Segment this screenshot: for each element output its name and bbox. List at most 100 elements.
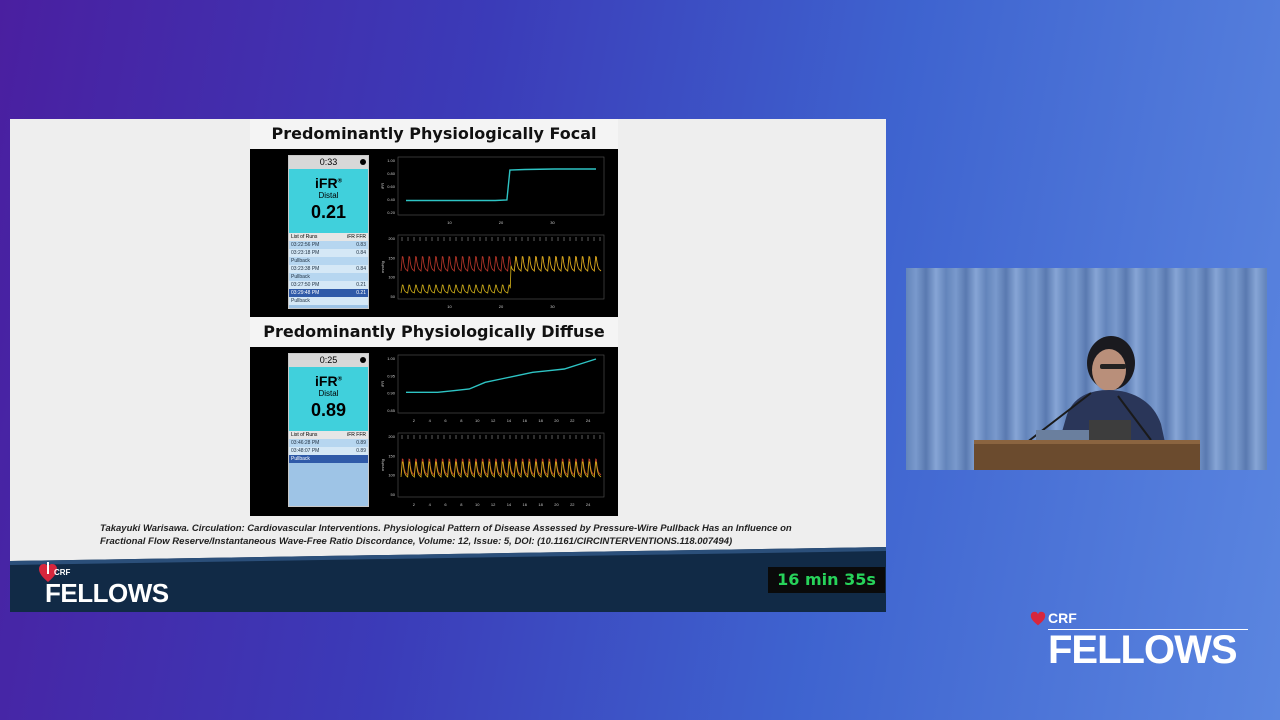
run-value: 0.84 bbox=[356, 250, 366, 256]
x-tick-label: 2 bbox=[413, 418, 416, 423]
x-tick-label: 20 bbox=[499, 220, 504, 225]
run-time: 03:22:56 PM bbox=[291, 242, 320, 248]
run-time: 03:48:07 PM bbox=[291, 448, 320, 454]
citation: Takayuki Warisawa. Circulation: Cardiova… bbox=[100, 522, 870, 548]
run-time: 03:23:38 PM bbox=[291, 266, 320, 272]
y-tick-label: 150 bbox=[388, 453, 395, 458]
pressure-waveform-chart: 200150100502 4 6 8 10 12 14 16 18 20 22 24mmHg bbox=[380, 432, 605, 507]
run-time: 03:29:48 PM bbox=[291, 290, 320, 296]
y-tick-label: 200 bbox=[388, 236, 395, 241]
y-tick-label: 0.95 bbox=[387, 373, 396, 378]
y-tick-label: 100 bbox=[388, 473, 395, 478]
x-tick-label: 30 bbox=[550, 304, 555, 309]
diffuse-panel: 0:25 iFR® Distal 0.89 List of Runs iFR FF… bbox=[250, 347, 618, 516]
y-tick-label: 0.40 bbox=[387, 197, 396, 202]
x-tick-label: 10 bbox=[475, 502, 480, 507]
x-tick-label: 20 bbox=[554, 502, 559, 507]
run-row: 03:48:07 PM 0.89 bbox=[289, 447, 368, 455]
plot-frame bbox=[397, 354, 605, 414]
fellows-label: FELLOWS bbox=[45, 578, 169, 608]
x-tick-label: 8 bbox=[460, 418, 463, 423]
figure: Predominantly Physiologically Focal 0:33… bbox=[250, 119, 618, 516]
location-label: Distal bbox=[318, 389, 339, 398]
record-dot-icon bbox=[360, 357, 366, 363]
y-tick-label: 50 bbox=[391, 492, 396, 497]
ifr-label: iFR® bbox=[315, 373, 342, 389]
panel-title-focal: Predominantly Physiologically Focal bbox=[250, 119, 618, 149]
x-tick-label: 20 bbox=[499, 304, 504, 309]
run-row: 03:29:48 PM 0.21 bbox=[289, 289, 368, 297]
x-tick-label: 18 bbox=[538, 502, 543, 507]
x-tick-label: 24 bbox=[586, 418, 591, 423]
pd-waveform bbox=[400, 255, 602, 294]
run-value: 0.84 bbox=[356, 266, 366, 272]
pa-waveform bbox=[400, 255, 602, 272]
ifr-series-line bbox=[406, 358, 597, 393]
ifr-value-box: iFR® Distal 0.21 bbox=[289, 169, 368, 233]
x-tick-label: 14 bbox=[507, 418, 512, 423]
location-label: Distal bbox=[318, 191, 339, 200]
heart-icon bbox=[1030, 611, 1046, 626]
x-tick-label: 14 bbox=[507, 502, 512, 507]
x-tick-label: 4 bbox=[429, 418, 432, 423]
runs-list: 03:46:28 PM 0.89 03:48:07 PM 0.89 Pullback bbox=[289, 439, 368, 463]
x-tick-label: 6 bbox=[444, 418, 447, 423]
x-tick-label: 30 bbox=[550, 220, 555, 225]
x-tick-label: 22 bbox=[570, 502, 575, 507]
x-tick-label: 10 bbox=[447, 304, 452, 309]
run-time: Pullback bbox=[291, 298, 310, 304]
run-value: 0.89 bbox=[356, 448, 366, 454]
speaker-video bbox=[906, 268, 1267, 470]
speaker-video-frame bbox=[906, 268, 1267, 470]
run-time: 03:27:50 PM bbox=[291, 282, 320, 288]
y-tick-label: 0.60 bbox=[387, 184, 396, 189]
citation-line: Takayuki Warisawa. Circulation: Cardiova… bbox=[100, 523, 792, 534]
run-row: Pullback bbox=[289, 297, 368, 305]
x-tick-label: 24 bbox=[586, 502, 591, 507]
ifr-pullback-chart: 1.000.950.900.852 4 6 8 10 12 14 16 18 20 22 24iFR bbox=[380, 354, 605, 423]
y-tick-label: 1.00 bbox=[387, 158, 396, 163]
run-row: Pullback bbox=[289, 455, 368, 463]
ifr-series-line bbox=[406, 168, 596, 202]
crf-label: CRF bbox=[1048, 610, 1077, 626]
run-row: 03:23:18 PM 0.84 bbox=[289, 249, 368, 257]
focal-panel: 0:33 iFR® Distal 0.21 List of Runs iFR FF… bbox=[250, 149, 618, 317]
x-tick-label: 2 bbox=[413, 502, 416, 507]
run-value: 0.21 bbox=[356, 290, 366, 296]
run-time: Pullback bbox=[291, 258, 310, 264]
run-value: 0.83 bbox=[356, 242, 366, 248]
crf-label: CRF bbox=[54, 568, 71, 577]
ifr-pullback-chart: 1.00 0.80 0.60 0.40 0.20 10 20 30 iFR bbox=[380, 156, 605, 225]
run-time: Pullback bbox=[291, 274, 310, 280]
y-axis-label: mmHg bbox=[380, 261, 385, 273]
runs-header: List of Runs iFR FFR bbox=[289, 233, 368, 241]
run-row: 03:23:38 PM 0.84 bbox=[289, 265, 368, 273]
overlay-fellows-logo: CRF FELLOWS bbox=[1030, 610, 1250, 672]
ifr-device-display: 0:25 iFR® Distal 0.89 List of Runs iFR FF… bbox=[288, 353, 369, 507]
presentation-slide: Predominantly Physiologically Focal 0:33… bbox=[10, 119, 886, 612]
y-tick-label: 100 bbox=[388, 275, 395, 280]
run-value: 0.21 bbox=[356, 282, 366, 288]
y-axis-label: iFR bbox=[380, 381, 385, 387]
fellows-label: FELLOWS bbox=[1048, 628, 1238, 672]
ifr-value-box: iFR® Distal 0.89 bbox=[289, 367, 368, 431]
x-tick-label: 12 bbox=[491, 502, 496, 507]
ifr-value: 0.21 bbox=[310, 202, 347, 222]
run-time: Pullback bbox=[291, 456, 310, 462]
y-tick-label: 1.00 bbox=[387, 356, 396, 361]
device-timer: 0:33 bbox=[289, 156, 368, 169]
y-tick-label: 0.20 bbox=[387, 210, 396, 215]
x-tick-label: 20 bbox=[554, 418, 559, 423]
x-tick-label: 4 bbox=[429, 502, 432, 507]
y-tick-label: 50 bbox=[391, 294, 396, 299]
run-row: 03:22:56 PM 0.83 bbox=[289, 241, 368, 249]
x-tick-label: 6 bbox=[444, 502, 447, 507]
x-tick-label: 16 bbox=[523, 418, 528, 423]
y-axis-label: mmHg bbox=[380, 459, 385, 471]
device-timer: 0:25 bbox=[289, 354, 368, 367]
run-value: 0.89 bbox=[356, 440, 366, 446]
x-tick-label: 18 bbox=[538, 418, 543, 423]
ifr-device-display: 0:33 iFR® Distal 0.21 List of Runs iFR FF… bbox=[288, 155, 369, 309]
runs-header: List of Runs iFR FFR bbox=[289, 431, 368, 439]
y-tick-label: 200 bbox=[388, 434, 395, 439]
